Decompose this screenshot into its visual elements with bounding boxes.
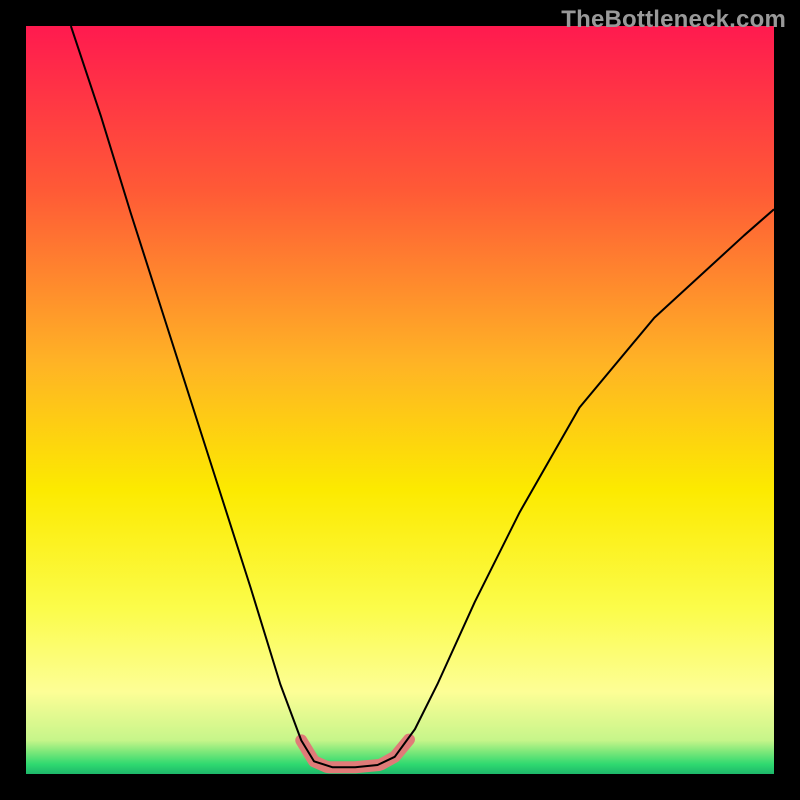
chart-container: TheBottleneck.com: [0, 0, 800, 800]
bottleneck-chart: [26, 26, 774, 774]
gradient-background: [26, 26, 774, 774]
watermark-text: TheBottleneck.com: [561, 6, 786, 34]
